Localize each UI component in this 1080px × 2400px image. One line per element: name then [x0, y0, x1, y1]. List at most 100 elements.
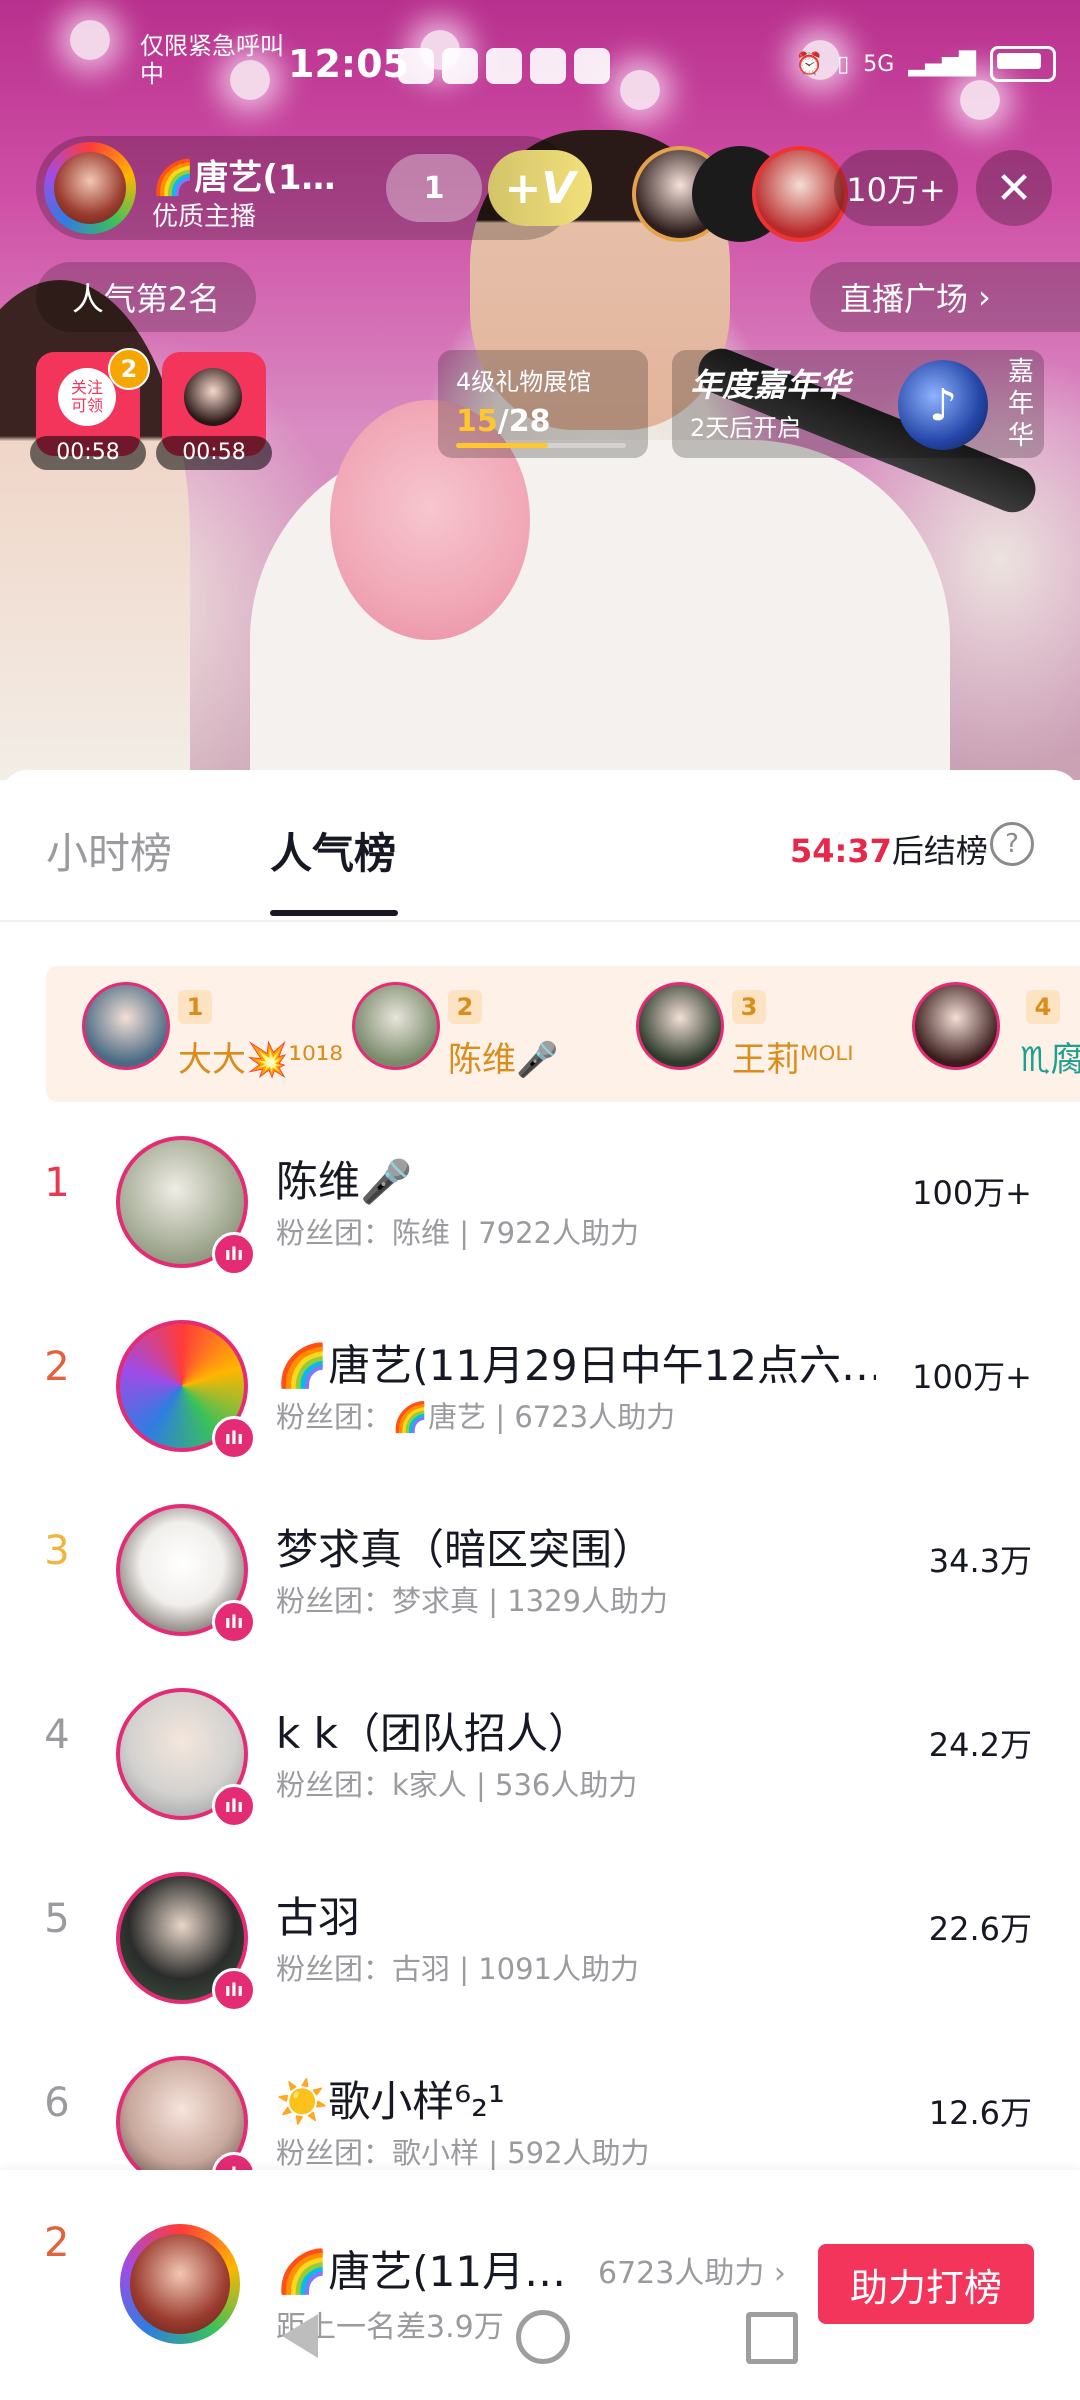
my-rank-number: 2 [44, 2220, 70, 2266]
contributor-avatar [636, 982, 724, 1070]
status-bar: 仅限紧急呼叫中 12:05 ⏰ ▯ 5G ▂▄▆█ [0, 0, 1080, 130]
popularity-score: 100万+ [912, 1358, 1032, 1396]
streamer-name: 梦求真（暗区突围） [276, 1525, 655, 1574]
carnival-title: 年度嘉年华 [690, 366, 851, 404]
red-packet-timer: 00:58 [156, 436, 272, 470]
streamer-avatar[interactable]: ılı [116, 1320, 256, 1460]
popularity-score: 100万+ [912, 1174, 1032, 1212]
viewer-count[interactable]: 10万+ [834, 150, 958, 226]
streamer-name: k k（团队招人） [276, 1709, 590, 1758]
rank-number: 6 [44, 2080, 70, 2126]
back-icon[interactable] [282, 2314, 318, 2358]
app-notification-icon [398, 48, 434, 84]
carnival-subtitle: 2天后开启 [690, 414, 802, 442]
streamer-avatar[interactable]: ılı [116, 1872, 256, 2012]
follow-reward-card[interactable]: 关注 可领 2 00:58 [30, 348, 150, 470]
fan-club-info: 粉丝团：梦求真 | 1329人助力 [276, 1584, 669, 1618]
red-packet-avatar [184, 368, 242, 426]
streamer-avatar[interactable]: ılı [116, 1688, 256, 1828]
streamer-avatar[interactable]: ılı [116, 2056, 256, 2196]
recent-apps-icon[interactable] [746, 2312, 798, 2364]
popularity-score: 22.6万 [928, 1910, 1032, 1948]
like-heart-button[interactable]: 1 [386, 154, 482, 222]
streamer-name: 古羽 [276, 1893, 361, 1942]
top-contributors-strip[interactable]: 1 大大💥¹⁰¹⁸ 2 陈维🎤 3 王莉ᴹᴼᴸᴵ 4 ♏腐 [46, 966, 1080, 1102]
carnival-vertical-label: 嘉年华 [1007, 357, 1034, 451]
rank-number: 5 [44, 1896, 70, 1942]
help-icon[interactable]: ? [990, 822, 1034, 866]
fan-club-info: 粉丝团：陈维 | 7922人助力 [276, 1216, 640, 1250]
streamer-avatar[interactable]: ılı [116, 1136, 256, 1276]
carnival-card[interactable]: 年度嘉年华 2天后开启 ♪ 嘉年华 [672, 350, 1044, 458]
carnival-logo-icon: ♪ [898, 360, 988, 450]
follow-v-button[interactable]: +V [488, 150, 592, 226]
gift-progress-bar [456, 443, 626, 448]
contributor-name: 王莉ᴹᴼᴸᴵ [732, 1040, 854, 1080]
contributor-name: 大大💥¹⁰¹⁸ [178, 1040, 343, 1080]
live-plaza-button[interactable]: 直播广场 › [810, 262, 1080, 332]
clock: 12:05 [288, 42, 409, 86]
popularity-score: 24.2万 [928, 1726, 1032, 1764]
host-avatar[interactable] [44, 142, 136, 234]
heart-count: 1 [423, 170, 445, 206]
help-count-link[interactable]: 6723人助力 › [598, 2248, 786, 2292]
chevron-right-icon: › [978, 278, 991, 316]
ranking-sheet: 小时榜 人气榜 54:37后结榜 ? 1 大大💥¹⁰¹⁸ 2 陈维🎤 3 王莉ᴹ… [0, 770, 1080, 2400]
live-indicator-icon: ılı [212, 1600, 256, 1644]
ranking-row[interactable]: 2 ılı 🌈唐艺(11月29日中午12点六… 粉丝团：🌈唐艺 | 6723人助… [0, 1294, 1080, 1478]
popularity-score: 12.6万 [928, 2094, 1032, 2132]
live-stream-view[interactable]: 仅限紧急呼叫中 12:05 ⏰ ▯ 5G ▂▄▆█ 🌈唐艺(1… 优质主播 1 … [0, 0, 1080, 780]
app-notification-icon [442, 48, 478, 84]
contributor-avatar [352, 982, 440, 1070]
countdown-suffix: 后结榜 [891, 832, 988, 870]
ranking-row[interactable]: 3 ılı 梦求真（暗区突围） 粉丝团：梦求真 | 1329人助力 34.3万 [0, 1478, 1080, 1662]
network-label: 5G [863, 51, 895, 77]
plaza-label: 直播广场 [840, 280, 969, 318]
ranking-countdown: 54:37后结榜 [790, 826, 988, 872]
emergency-text: 仅限紧急呼叫中 [140, 32, 284, 88]
live-indicator-icon: ılı [212, 1232, 256, 1276]
app-notification-icon [486, 48, 522, 84]
host-info[interactable]: 🌈唐艺(1… 优质主播 1 +V [36, 136, 592, 240]
active-tab-indicator [270, 910, 398, 916]
reward-count-badge: 2 [108, 348, 150, 390]
vibrate-icon: ▯ [837, 51, 850, 77]
contributor-name: 陈维🎤 [448, 1040, 559, 1080]
contributor-rank: 3 [732, 990, 766, 1024]
contributor-rank: 4 [1026, 990, 1060, 1024]
ranking-row[interactable]: 4 ılı k k（团队招人） 粉丝团：k家人 | 536人助力 24.2万 [0, 1662, 1080, 1846]
red-packet-card[interactable]: 00:58 [156, 352, 272, 470]
home-icon[interactable] [516, 2310, 570, 2364]
contributor-avatar [912, 982, 1000, 1070]
gift-progress-fill [456, 443, 548, 448]
contributor-name: ♏腐 [1020, 1040, 1080, 1080]
streamer-name: 🌈唐艺(11月29日中午12点六… [276, 1341, 876, 1390]
gift-progress-current: 15 [456, 404, 498, 439]
gift-hall-title: 4级礼物展馆 [456, 368, 592, 396]
follow-reward-label: 关注 可领 [58, 368, 116, 426]
streamer-avatar[interactable]: ılı [116, 1504, 256, 1644]
close-button[interactable]: ✕ [976, 150, 1052, 226]
popularity-rank-pill[interactable]: 人气第2名 [36, 262, 256, 332]
fan-club-info: 粉丝团：k家人 | 536人助力 [276, 1768, 638, 1802]
ranking-row[interactable]: 5 ılı 古羽 粉丝团：古羽 | 1091人助力 22.6万 [0, 1846, 1080, 2030]
reward-timer: 00:58 [30, 436, 146, 470]
gift-hall-progress: 15/28 [456, 404, 550, 439]
rank-number: 2 [44, 1344, 70, 1390]
live-indicator-icon: ılı [212, 1968, 256, 2012]
ranking-tabs: 小时榜 人气榜 54:37后结榜 ? [0, 770, 1080, 922]
fan-club-info: 粉丝团：🌈唐艺 | 6723人助力 [276, 1400, 676, 1434]
host-name: 🌈唐艺(1… [152, 158, 336, 198]
ranking-row[interactable]: 1 ılı 陈维🎤 粉丝团：陈维 | 7922人助力 100万+ [0, 1110, 1080, 1294]
tab-popularity[interactable]: 人气榜 [270, 820, 396, 881]
battery-icon [990, 46, 1056, 82]
host-subtitle: 优质主播 [152, 202, 257, 232]
popularity-score: 34.3万 [928, 1542, 1032, 1580]
gift-hall-card[interactable]: 4级礼物展馆 15/28 [438, 350, 648, 458]
app-notification-icon [574, 48, 610, 84]
gift-progress-total: /28 [497, 404, 551, 439]
tab-hourly[interactable]: 小时榜 [46, 820, 172, 881]
system-icons: ⏰ ▯ 5G ▂▄▆█ [796, 46, 1056, 82]
system-nav-bar [0, 2300, 1080, 2380]
signal-icon: ▂▄▆█ [908, 51, 976, 77]
